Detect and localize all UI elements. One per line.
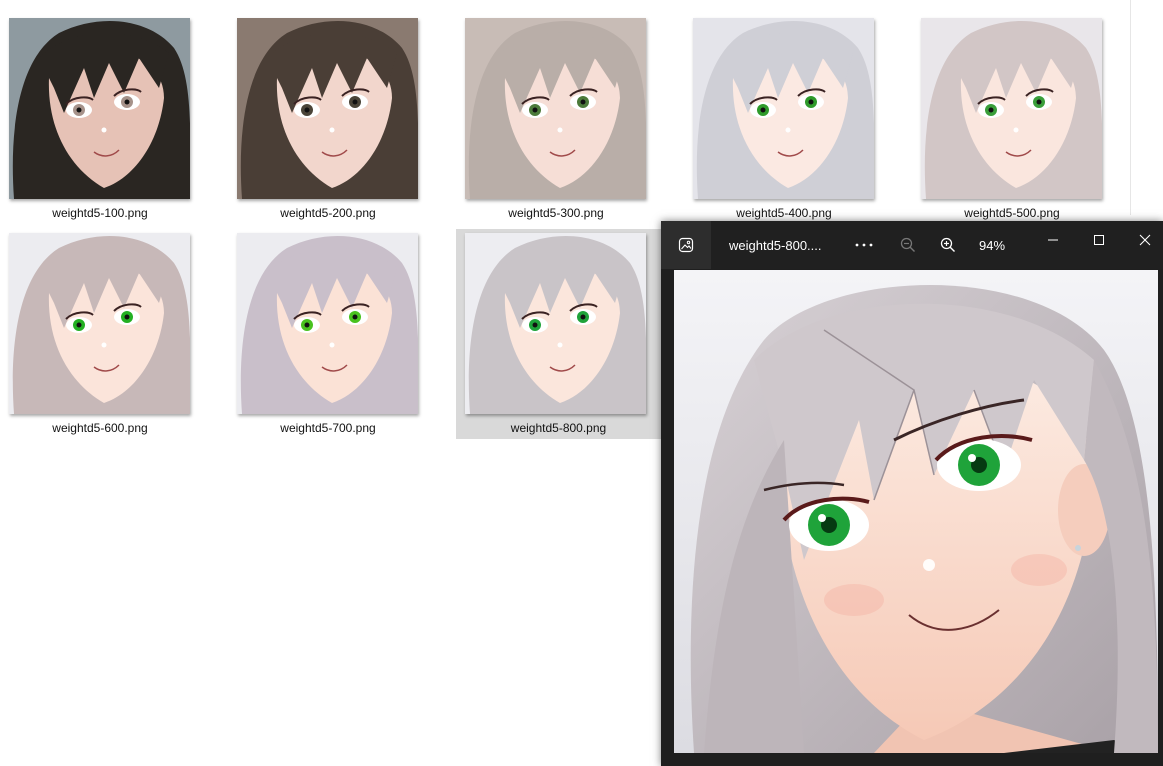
minimize-icon [1048,239,1058,241]
zoom-out-icon[interactable] [895,233,921,257]
maximize-button[interactable] [1077,225,1121,255]
file-thumbnail[interactable] [921,18,1102,199]
zoom-level[interactable]: 94% [979,238,1005,253]
file-name-label: weightd5-700.png [280,421,376,435]
file-name-label: weightd5-300.png [508,206,604,220]
viewer-image[interactable] [674,270,1158,753]
file-name-label: weightd5-200.png [280,206,376,220]
minimize-button[interactable] [1031,225,1075,255]
close-button[interactable] [1123,225,1163,255]
file-tile[interactable]: weightd5-600.png [0,229,190,435]
photos-app-icon[interactable] [661,221,711,269]
viewer-file-title: weightd5-800.... [729,238,822,253]
file-tile[interactable]: weightd5-300.png [456,14,646,220]
zoom-in-icon[interactable] [935,233,961,257]
file-thumbnail[interactable] [237,18,418,199]
file-tile[interactable]: weightd5-800.png [456,229,661,439]
file-name-label: weightd5-600.png [52,421,148,435]
file-thumbnail[interactable] [693,18,874,199]
file-tile[interactable]: weightd5-500.png [912,14,1102,220]
file-thumbnail[interactable] [9,233,190,414]
file-name-label: weightd5-500.png [964,206,1060,220]
file-thumbnail[interactable] [9,18,190,199]
maximize-icon [1094,235,1104,245]
scroll-edge [1130,0,1131,215]
file-tile[interactable]: weightd5-200.png [228,14,418,220]
close-icon [1139,234,1151,246]
file-thumbnail[interactable] [465,233,646,414]
file-thumbnail[interactable] [465,18,646,199]
file-tile[interactable]: weightd5-100.png [0,14,190,220]
file-thumbnail[interactable] [237,233,418,414]
photos-viewer-window: weightd5-800.... 94% [661,221,1163,766]
file-tile[interactable]: weightd5-400.png [684,14,874,220]
file-name-label: weightd5-100.png [52,206,148,220]
viewer-titlebar[interactable]: weightd5-800.... 94% [661,221,1163,269]
more-options-icon[interactable] [851,233,877,257]
file-name-label: weightd5-400.png [736,206,832,220]
file-tile[interactable]: weightd5-700.png [228,229,418,435]
file-name-label: weightd5-800.png [510,421,607,435]
